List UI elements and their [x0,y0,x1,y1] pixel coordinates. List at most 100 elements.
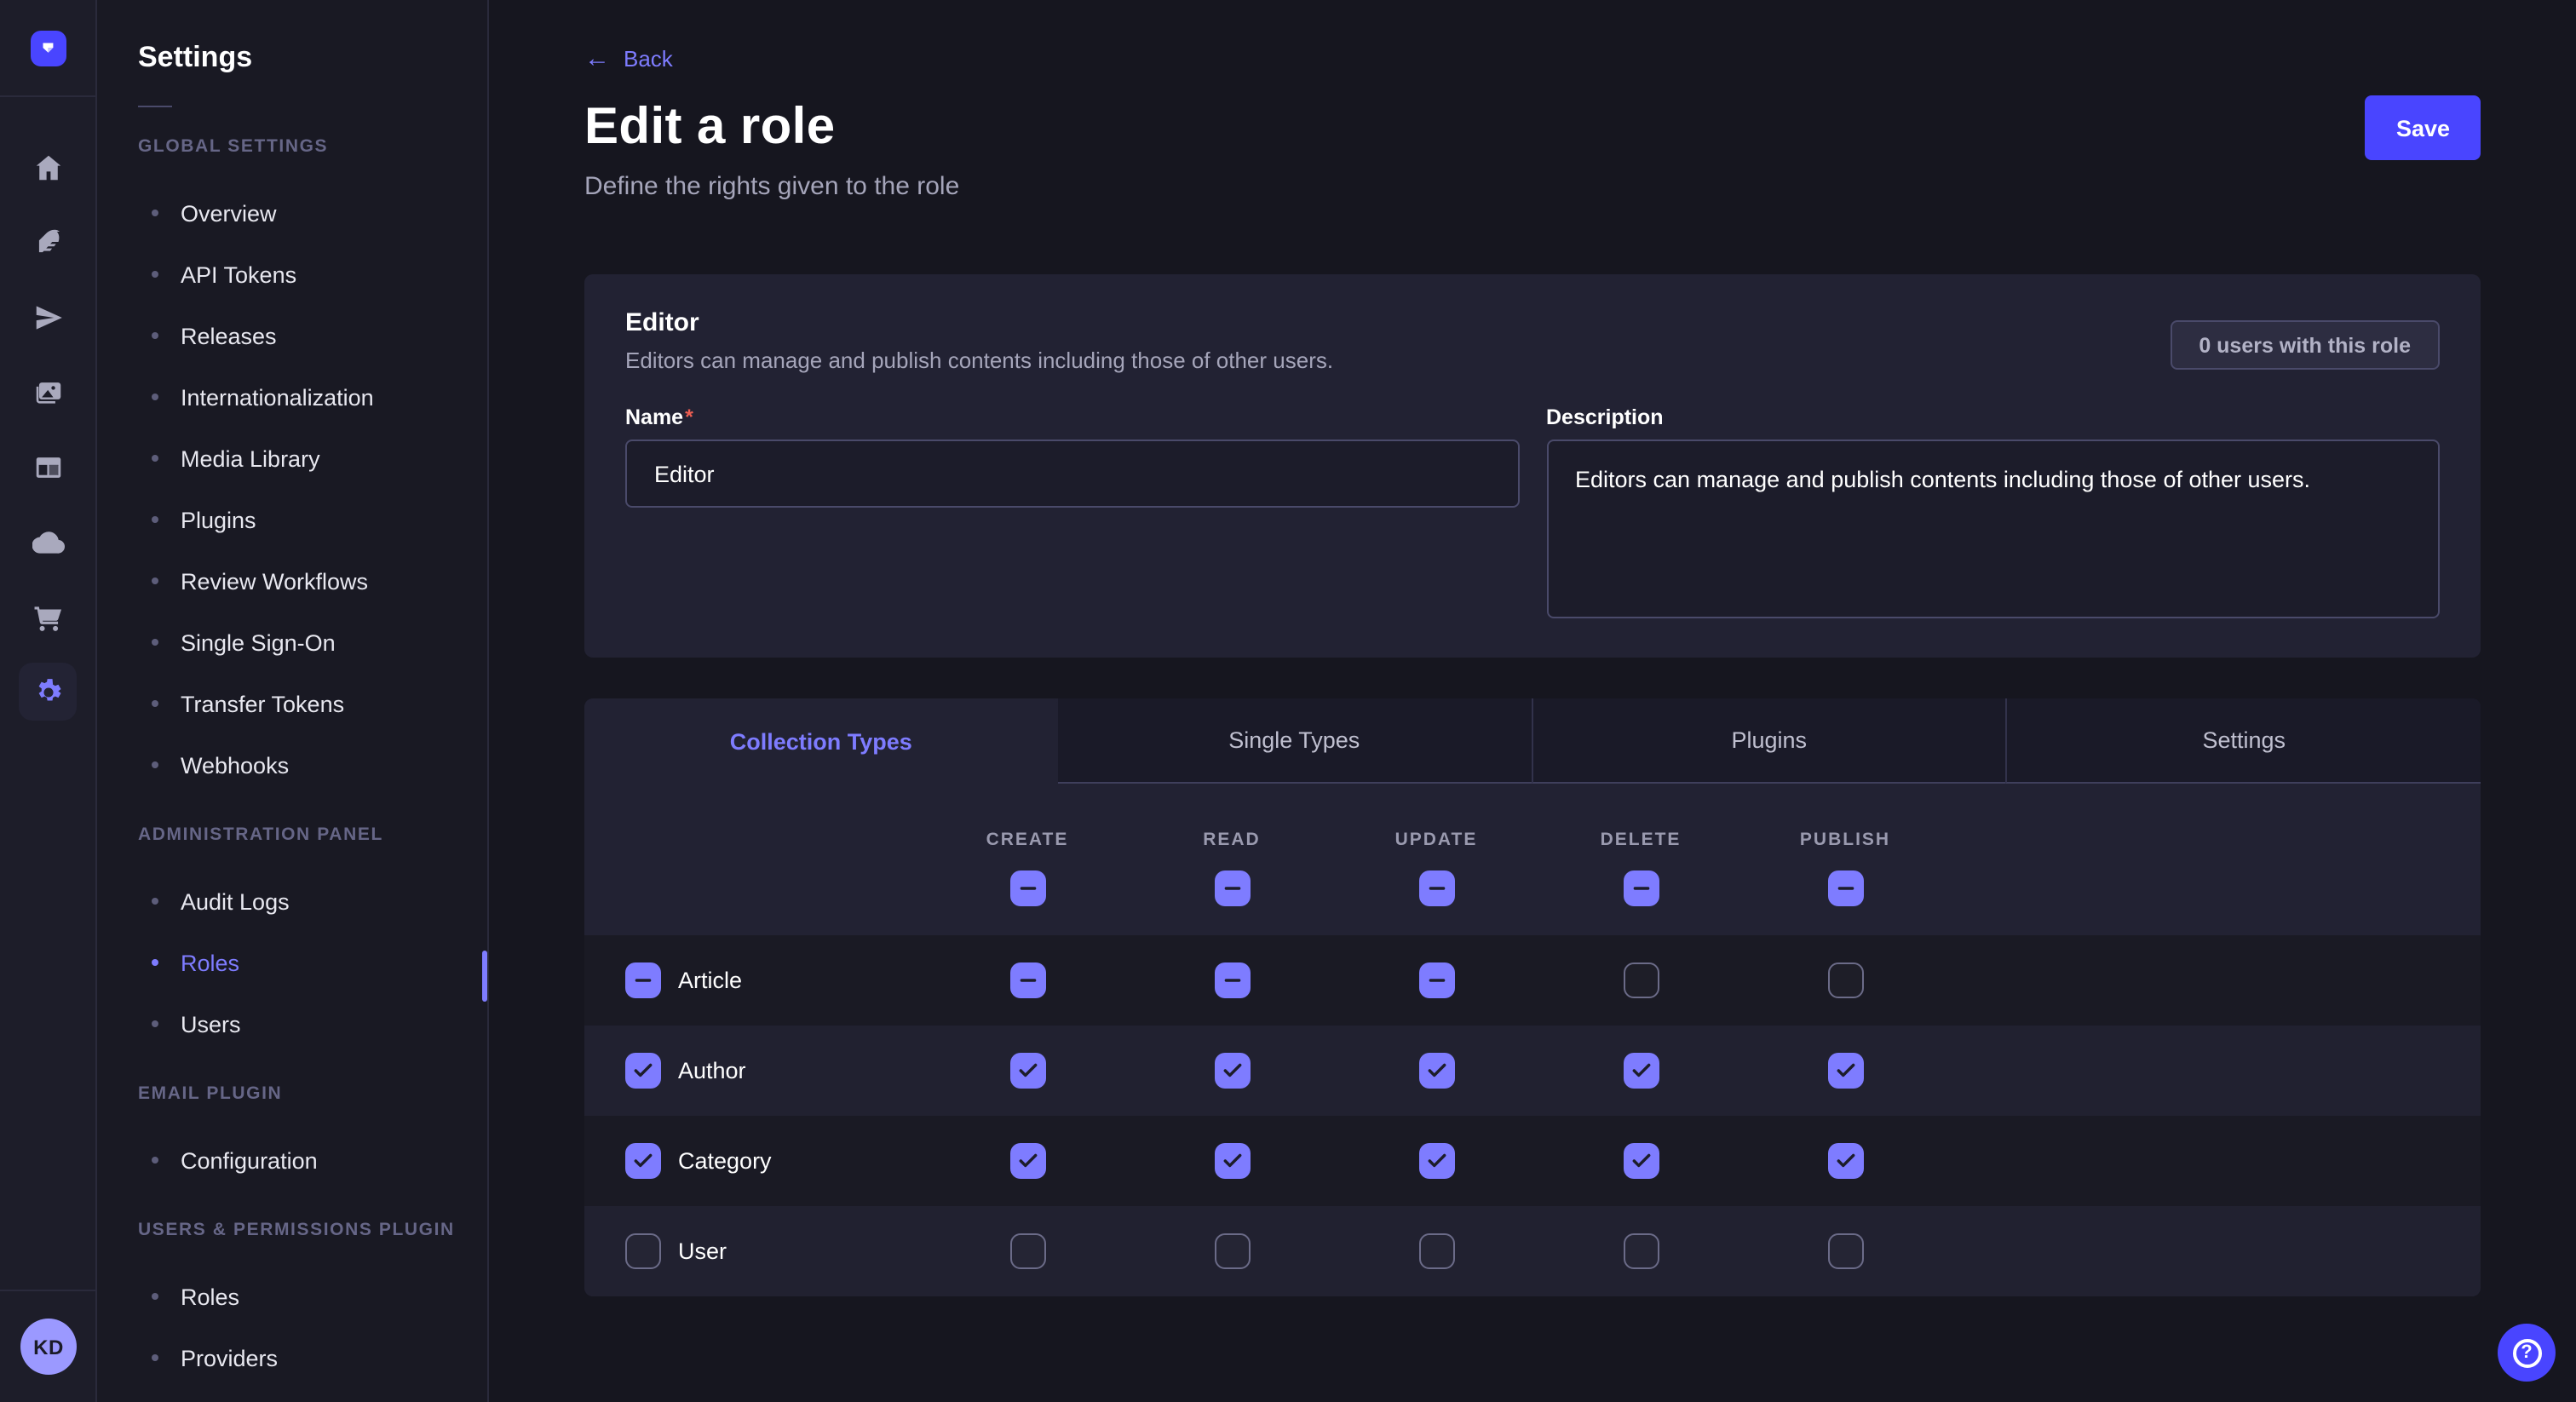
bullet-icon [152,271,158,278]
back-link[interactable]: ← Back [584,46,673,72]
sidebar-item-single-sign-on[interactable]: Single Sign-On [138,612,487,673]
section-label: Email Plugin [138,1080,487,1107]
create-checkbox[interactable] [1009,1233,1045,1269]
sidebar-item-configuration[interactable]: Configuration [138,1129,487,1191]
create-checkbox[interactable] [1009,962,1045,998]
name-input[interactable] [625,440,1519,508]
update-checkbox[interactable] [1418,962,1454,998]
sidebar-item-webhooks[interactable]: Webhooks [138,734,487,796]
bullet-icon [152,1020,158,1027]
column-header-delete: Delete [1601,830,1682,850]
feather-pen-icon[interactable] [17,204,78,279]
icon-rail: KD [0,0,97,1402]
content-type-label: User [678,1238,727,1264]
tab-settings[interactable]: Settings [2006,698,2481,784]
delete-checkbox[interactable] [1623,962,1659,998]
create-checkbox[interactable] [1009,1053,1045,1089]
permissions-tabs: Collection Types Single Types Plugins Se… [584,698,2481,784]
bullet-icon [152,516,158,523]
sidebar-item-roles-up[interactable]: Roles [138,1266,487,1327]
save-button[interactable]: Save [2366,95,2481,160]
tab-collection-types[interactable]: Collection Types [584,698,1058,784]
users-with-role-button[interactable]: 0 users with this role [2170,320,2440,370]
update-checkbox[interactable] [1418,1233,1454,1269]
select-all-update-checkbox[interactable] [1418,871,1454,906]
content-type-label: Author [678,1058,746,1083]
tab-plugins[interactable]: Plugins [1531,698,2006,784]
row-select-checkbox[interactable] [625,1233,661,1269]
read-checkbox[interactable] [1214,1053,1250,1089]
content-type-row: Category [584,1116,2481,1206]
back-arrow-icon: ← [584,48,610,70]
sidebar-item-audit-logs[interactable]: Audit Logs [138,871,487,932]
permissions-rows: Article Author [584,935,2481,1296]
sidebar-item-review-workflows[interactable]: Review Workflows [138,550,487,612]
section-administration-panel: Administration Panel Audit Logs Roles Us… [138,821,487,1054]
publish-checkbox[interactable] [1827,1053,1863,1089]
bullet-icon [152,1354,158,1361]
description-textarea[interactable]: Editors can manage and publish contents … [1546,440,2440,618]
rail-nav [0,129,95,729]
sidebar-item-providers[interactable]: Providers [138,1327,487,1388]
name-field-group: Name* [625,404,1519,627]
sidebar-item-transfer-tokens[interactable]: Transfer Tokens [138,673,487,734]
select-all-read-checkbox[interactable] [1214,871,1250,906]
update-checkbox[interactable] [1418,1143,1454,1179]
content-type-label: Article [678,968,742,993]
delete-checkbox[interactable] [1623,1233,1659,1269]
shopping-cart-icon[interactable] [17,579,78,654]
create-checkbox[interactable] [1009,1143,1045,1179]
sidebar-item-releases[interactable]: Releases [138,305,487,366]
sidebar-item-users[interactable]: Users [138,993,487,1054]
sidebar-item-roles-admin[interactable]: Roles [138,932,487,993]
page-title: Edit a role [584,99,835,157]
row-select-checkbox[interactable] [625,1143,661,1179]
help-button[interactable]: ? [2498,1324,2556,1382]
publish-checkbox[interactable] [1827,962,1863,998]
read-checkbox[interactable] [1214,962,1250,998]
sidebar-item-overview[interactable]: Overview [138,182,487,244]
name-label: Name* [625,404,1519,431]
column-header-publish: Publish [1800,830,1890,850]
read-checkbox[interactable] [1214,1143,1250,1179]
select-all-create-checkbox[interactable] [1009,871,1045,906]
sidebar-title-divider [138,106,172,107]
delete-checkbox[interactable] [1623,1053,1659,1089]
bullet-icon [152,761,158,768]
content-type-label: Category [678,1148,772,1174]
content-type-row: Author [584,1026,2481,1116]
section-label: Global Settings [138,133,487,160]
home-icon[interactable] [17,129,78,204]
layout-window-icon[interactable] [17,429,78,504]
workspace-logo-cell[interactable] [0,0,95,97]
user-avatar[interactable]: KD [20,1319,77,1375]
update-checkbox[interactable] [1418,1053,1454,1089]
section-label: Users & Permissions Plugin [138,1216,487,1244]
scrollbar-thumb[interactable] [482,951,487,1002]
delete-checkbox[interactable] [1623,1143,1659,1179]
paper-plane-icon[interactable] [17,279,78,354]
select-all-publish-checkbox[interactable] [1827,871,1863,906]
settings-nav-item[interactable] [17,654,78,729]
required-asterisk: * [685,405,693,429]
bullet-icon [152,1293,158,1300]
select-all-delete-checkbox[interactable] [1623,871,1659,906]
row-select-checkbox[interactable] [625,1053,661,1089]
publish-checkbox[interactable] [1827,1143,1863,1179]
settings-sidebar: Settings Global Settings Overview API To… [97,0,489,1402]
sidebar-item-internationalization[interactable]: Internationalization [138,366,487,428]
publish-checkbox[interactable] [1827,1233,1863,1269]
row-select-checkbox[interactable] [625,962,661,998]
read-checkbox[interactable] [1214,1233,1250,1269]
sidebar-item-api-tokens[interactable]: API Tokens [138,244,487,305]
section-email-plugin: Email Plugin Configuration [138,1080,487,1191]
media-images-icon[interactable] [17,354,78,429]
column-header-read: Read [1203,830,1261,850]
cloud-icon[interactable] [17,504,78,579]
sidebar-item-plugins[interactable]: Plugins [138,489,487,550]
description-label: Description [1546,404,2440,431]
rail-divider [0,1290,95,1291]
tab-single-types[interactable]: Single Types [1058,698,1532,784]
permissions-card: Collection Types Single Types Plugins Se… [584,698,2481,1296]
sidebar-item-media-library[interactable]: Media Library [138,428,487,489]
